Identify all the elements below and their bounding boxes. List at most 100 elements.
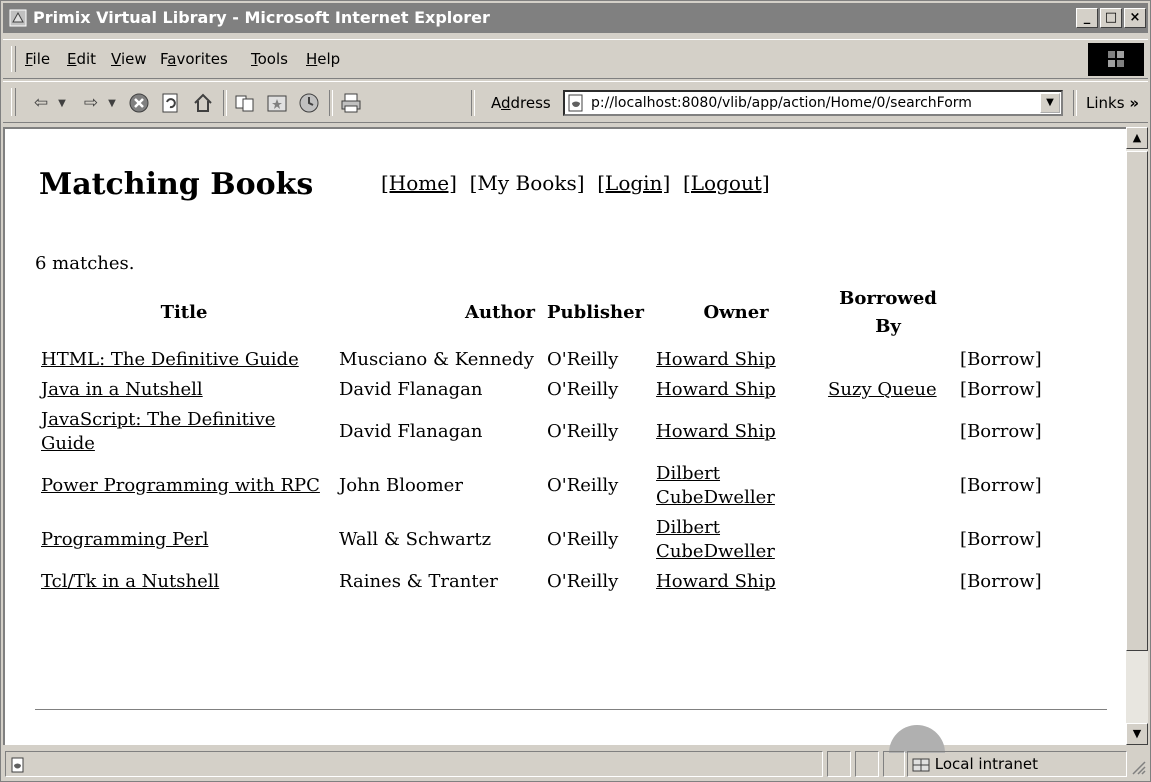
zone-label: Local intranet (934, 755, 1038, 773)
status-bar: Local intranet (3, 749, 1148, 779)
book-publisher: O'Reilly (547, 571, 619, 592)
col-author: Author (465, 302, 535, 323)
book-owner-link[interactable]: Howard Ship (656, 349, 776, 370)
close-button[interactable]: × (1124, 8, 1146, 28)
search-icon[interactable] (233, 91, 257, 115)
table-row: JavaScript: The Definitive Guide David Fl… (35, 405, 1056, 459)
stop-icon[interactable] (127, 91, 151, 115)
nav-my-books: [My Books] (469, 171, 585, 195)
toolbar-grip (11, 88, 16, 116)
menu-tools[interactable]: Tools (251, 50, 288, 68)
nav-logout-link[interactable]: [Logout] (683, 171, 770, 195)
book-title-link[interactable]: JavaScript: The Definitive Guide (41, 409, 275, 454)
book-owner-link[interactable]: Dilbert CubeDweller (656, 517, 775, 562)
book-owner-link[interactable]: Dilbert CubeDweller (656, 463, 775, 508)
book-owner-link[interactable]: Howard Ship (656, 379, 776, 400)
menu-help[interactable]: Help (306, 50, 340, 68)
back-arrow-icon[interactable]: ⇦ (29, 91, 53, 115)
scroll-down-icon[interactable]: ▼ (1126, 723, 1148, 745)
table-cell-publisher: O'Reilly (541, 345, 650, 375)
table-cell-publisher: O'Reilly (541, 513, 650, 567)
print-icon[interactable] (339, 91, 363, 115)
col-publisher: Publisher (547, 302, 645, 323)
home-icon[interactable] (191, 91, 215, 115)
forward-dropdown-icon[interactable]: ▼ (105, 91, 119, 115)
borrow-action[interactable]: [Borrow] (960, 349, 1042, 370)
back-dropdown-icon[interactable]: ▼ (55, 91, 69, 115)
menu-file[interactable]: File (25, 50, 50, 68)
table-cell-action: [Borrow] (954, 567, 1056, 597)
book-author: Raines & Tranter (339, 571, 498, 592)
table-cell-action: [Borrow] (954, 459, 1056, 513)
table-cell-title: Programming Perl (35, 513, 333, 567)
windows-logo-icon (1088, 43, 1144, 76)
status-text-panel (5, 751, 823, 777)
menu-favorites[interactable]: Favorites (160, 50, 228, 68)
book-title-link[interactable]: Programming Perl (41, 529, 208, 550)
borrow-action[interactable]: [Borrow] (960, 421, 1042, 442)
book-publisher: O'Reilly (547, 379, 619, 400)
book-publisher: O'Reilly (547, 475, 619, 496)
toolbar-separator (329, 90, 333, 116)
book-title-link[interactable]: Power Programming with RPC (41, 475, 320, 496)
books-table: Title Author Publisher Owner Borrowed By… (35, 281, 1056, 597)
menu-edit[interactable]: Edit (67, 50, 96, 68)
book-publisher: O'Reilly (547, 421, 619, 442)
table-cell-title: Power Programming with RPC (35, 459, 333, 513)
borrow-action[interactable]: [Borrow] (960, 379, 1042, 400)
scroll-up-icon[interactable]: ▲ (1126, 127, 1148, 149)
resize-grip-icon[interactable] (1130, 759, 1146, 775)
book-title-link[interactable]: Java in a Nutshell (41, 379, 203, 400)
menu-grip (11, 46, 16, 72)
table-cell-author: John Bloomer (333, 459, 541, 513)
book-publisher: O'Reilly (547, 529, 619, 550)
maximize-button[interactable]: □ (1100, 8, 1122, 28)
links-button[interactable]: Links » (1086, 94, 1139, 112)
refresh-icon[interactable] (159, 91, 183, 115)
table-cell-borrowed-by (822, 405, 954, 459)
table-cell-borrowed-by (822, 513, 954, 567)
book-borrower-link[interactable]: Suzy Queue (828, 379, 937, 400)
table-row: Tcl/Tk in a Nutshell Raines & Tranter O'Re… (35, 567, 1056, 597)
table-row: Java in a Nutshell David Flanagan O'Reilly… (35, 375, 1056, 405)
toolbar-separator (471, 90, 475, 116)
page-icon (568, 94, 583, 112)
table-cell-author: David Flanagan (333, 405, 541, 459)
table-cell-owner: Dilbert CubeDweller (650, 459, 822, 513)
book-title-link[interactable]: Tcl/Tk in a Nutshell (41, 571, 219, 592)
zone-panel: Local intranet (907, 751, 1127, 777)
table-cell-author: Musciano & Kennedy (333, 345, 541, 375)
table-row: Programming Perl Wall & Schwartz O'Reilly D… (35, 513, 1056, 567)
table-cell-author: David Flanagan (333, 375, 541, 405)
table-cell-action: [Borrow] (954, 345, 1056, 375)
table-cell-borrowed-by: Suzy Queue (822, 375, 954, 405)
address-dropdown-icon[interactable]: ▼ (1040, 93, 1060, 113)
forward-arrow-icon[interactable]: ⇨ (79, 91, 103, 115)
table-cell-owner: Howard Ship (650, 567, 822, 597)
history-icon[interactable] (297, 91, 321, 115)
borrow-action[interactable]: [Borrow] (960, 529, 1042, 550)
table-cell-author: Raines & Tranter (333, 567, 541, 597)
match-count: 6 matches. (35, 253, 135, 274)
book-owner-link[interactable]: Howard Ship (656, 571, 776, 592)
book-owner-link[interactable]: Howard Ship (656, 421, 776, 442)
minimize-button[interactable]: _ (1076, 8, 1098, 28)
vertical-scrollbar[interactable]: ▲ ▼ (1126, 127, 1148, 745)
borrow-action[interactable]: [Borrow] (960, 475, 1042, 496)
address-value: p://localhost:8080/vlib/app/action/Home/… (591, 95, 972, 111)
table-cell-title: Java in a Nutshell (35, 375, 333, 405)
table-cell-publisher: O'Reilly (541, 405, 650, 459)
scroll-thumb[interactable] (1126, 151, 1148, 651)
toolbar-separator (223, 90, 227, 116)
address-input[interactable]: p://localhost:8080/vlib/app/action/Home/… (563, 90, 1063, 116)
nav-home-link[interactable]: [Home] (381, 171, 457, 195)
table-cell-owner: Howard Ship (650, 345, 822, 375)
nav-login-link[interactable]: [Login] (597, 171, 670, 195)
book-title-link[interactable]: HTML: The Definitive Guide (41, 349, 299, 370)
book-author: David Flanagan (339, 421, 483, 442)
status-panel-blank (883, 751, 905, 777)
favorites-icon[interactable] (265, 91, 289, 115)
menu-view[interactable]: View (111, 50, 147, 68)
title-bar: Primix Virtual Library - Microsoft Inter… (3, 3, 1148, 33)
borrow-action[interactable]: [Borrow] (960, 571, 1042, 592)
